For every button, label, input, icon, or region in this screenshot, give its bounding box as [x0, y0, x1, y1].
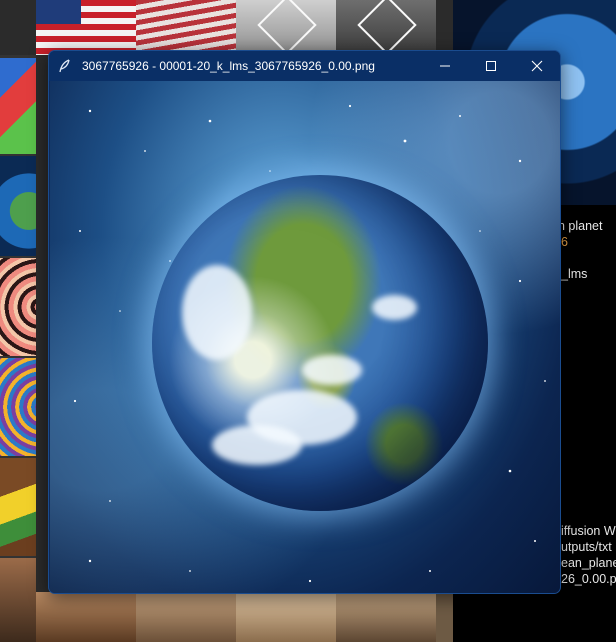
window-title: 3067765926 - 00001-20_k_lms_3067765926_0… [82, 59, 375, 73]
thumbnail-flag-2[interactable] [136, 0, 236, 55]
info-line-sampler: _lms [561, 267, 588, 281]
thumbnail-flag-1[interactable] [36, 0, 136, 55]
close-button[interactable] [514, 51, 560, 81]
thumbnail-climber-3[interactable] [236, 592, 336, 642]
thumbnail-climber-2[interactable] [136, 592, 236, 642]
thumbnail-climber-4[interactable] [336, 592, 436, 642]
image-canvas[interactable] [50, 81, 560, 593]
thumbnail-rings-2[interactable] [0, 358, 36, 456]
info-line-app: iffusion W [561, 524, 616, 538]
maximize-button[interactable] [468, 51, 514, 81]
minimize-button[interactable] [422, 51, 468, 81]
info-line-prompt: n planet [558, 219, 603, 233]
info-line-path-2: ean_plane [561, 556, 616, 570]
maximize-icon [485, 60, 497, 72]
earth-globe [152, 175, 488, 511]
feather-icon [58, 58, 72, 73]
title-bar[interactable]: 3067765926 - 00001-20_k_lms_3067765926_0… [49, 51, 560, 81]
thumbnail-climber-5[interactable] [436, 592, 453, 642]
thumbnail-geodesic-1[interactable] [236, 0, 336, 55]
thumbnail-earth[interactable] [0, 156, 36, 256]
image-viewer-window: 3067765926 - 00001-20_k_lms_3067765926_0… [48, 50, 561, 594]
thumbnail-climber-0[interactable] [0, 558, 36, 642]
close-icon [531, 60, 543, 72]
thumbnail-rings-1[interactable] [0, 258, 36, 356]
thumbnail-geodesic-2[interactable] [336, 0, 436, 55]
info-line-seed: 6 [561, 235, 568, 249]
info-line-path-1: utputs/txt [561, 540, 612, 554]
thumbnail-cube[interactable] [0, 58, 36, 154]
minimize-icon [439, 60, 451, 72]
thumbnail-map[interactable] [0, 458, 36, 556]
info-line-path-3: 26_0.00.p [561, 572, 616, 586]
thumbnail-climber-1[interactable] [36, 592, 136, 642]
